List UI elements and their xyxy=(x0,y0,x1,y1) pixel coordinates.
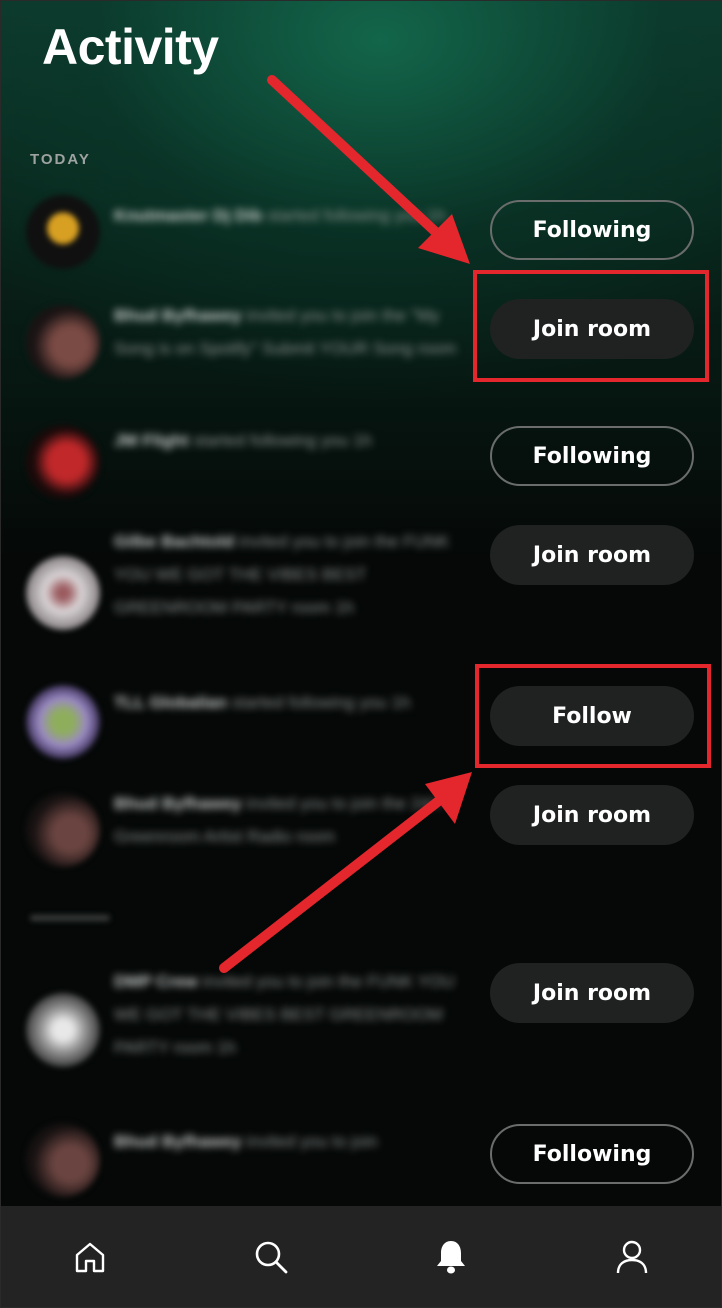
following-button[interactable]: Following xyxy=(490,200,694,260)
annotation-box-follow xyxy=(475,664,711,768)
avatar[interactable] xyxy=(26,305,100,379)
activity-text: Knutmaster Dj Dib started following you … xyxy=(114,206,446,225)
avatar[interactable] xyxy=(26,556,100,630)
activity-row: JM Flight started following you 1h Follo… xyxy=(0,420,722,520)
nav-profile[interactable] xyxy=(602,1227,662,1287)
avatar[interactable] xyxy=(26,685,100,759)
section-label-today: TODAY xyxy=(30,151,91,168)
nav-home[interactable] xyxy=(60,1227,120,1287)
activity-row: DMP Crew invited you to join the FUNK YO… xyxy=(0,963,722,1093)
join-room-button[interactable]: Join room xyxy=(490,785,694,845)
home-icon xyxy=(76,1242,105,1273)
join-room-button[interactable]: Join room xyxy=(490,525,694,585)
avatar[interactable] xyxy=(26,1123,100,1197)
profile-icon xyxy=(616,1240,647,1274)
activity-row: Bhud Byfhawey invited you to join Follow… xyxy=(0,1123,722,1203)
activity-row: Bhud Byfhawey invited you to join the 24… xyxy=(0,785,722,895)
following-button[interactable]: Following xyxy=(490,426,694,486)
avatar[interactable] xyxy=(26,793,100,867)
following-button[interactable]: Following xyxy=(490,1124,694,1184)
avatar[interactable] xyxy=(26,195,100,269)
avatar[interactable] xyxy=(26,993,100,1067)
activity-row: Gilbe Bachtold invited you to join the F… xyxy=(0,523,722,663)
activity-text: TLL Globalian started following you 1h xyxy=(114,693,411,712)
nav-notifications[interactable] xyxy=(421,1227,481,1287)
page-title: Activity xyxy=(42,19,219,75)
join-room-button[interactable]: Join room xyxy=(490,963,694,1023)
annotation-box-join-room xyxy=(473,270,709,382)
avatar[interactable] xyxy=(26,425,100,499)
activity-text: Gilbe Bachtold invited you to join the F… xyxy=(114,532,450,617)
bottom-nav xyxy=(0,1206,722,1308)
bell-icon xyxy=(437,1241,466,1274)
search-icon xyxy=(255,1241,288,1274)
nav-search[interactable] xyxy=(241,1227,301,1287)
activity-text: Bhud Byfhawey invited you to join the "M… xyxy=(114,306,457,358)
activity-text: Bhud Byfhawey invited you to join xyxy=(114,1132,378,1151)
activity-text: DMP Crew invited you to join the FUNK YO… xyxy=(114,972,455,1057)
activity-text: Bhud Byfhawey invited you to join the 24… xyxy=(114,794,444,846)
activity-text: JM Flight started following you 1h xyxy=(114,431,372,450)
section-divider xyxy=(30,915,110,921)
